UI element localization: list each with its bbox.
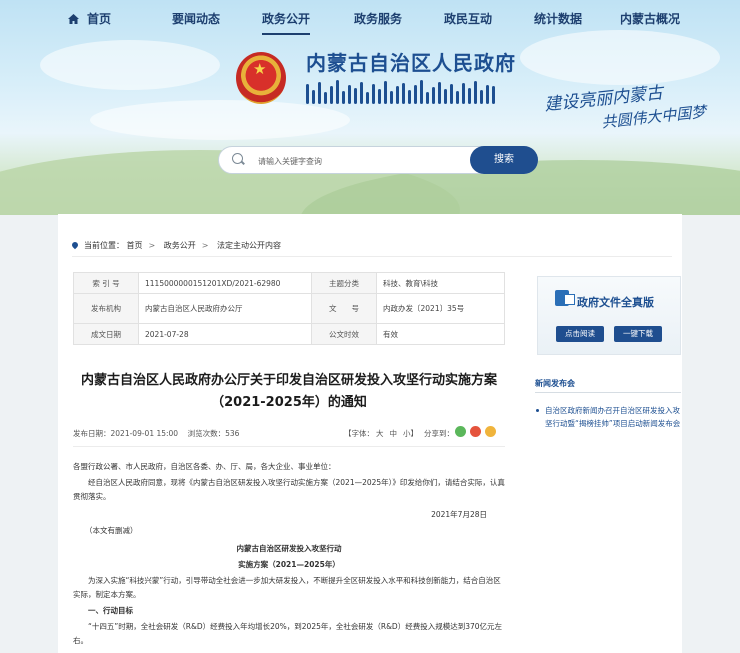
- cloud: [90, 100, 350, 140]
- cloud: [40, 40, 220, 90]
- top-nav: 首页 要闻动态 政务公开 政务服务 政民互动 统计数据 内蒙古概况: [0, 0, 740, 36]
- nav-item-gov-affairs[interactable]: 政务公开: [262, 10, 311, 35]
- body-paragraph: 经自治区人民政府同意，现将《内蒙古自治区研发投入攻坚行动实施方案（2021—20…: [73, 478, 505, 501]
- wechat-share-icon[interactable]: [455, 426, 466, 437]
- share-icons: [455, 426, 496, 437]
- publish-info: 发布日期：2021-09-01 15:00 浏览次数：536: [73, 429, 240, 438]
- nav-item-services[interactable]: 政务服务: [354, 10, 402, 27]
- document-icon: [555, 290, 575, 306]
- qzone-share-icon[interactable]: [485, 426, 496, 437]
- document-title: 内蒙古自治区人民政府办公厅关于印发自治区研发投入攻坚行动实施方案（2021-20…: [80, 373, 497, 410]
- press-conference-heading: 新闻发布会: [535, 379, 575, 388]
- section-heading: 一、行动目标: [88, 606, 133, 615]
- home-icon: [68, 14, 79, 24]
- bullet-icon: [536, 409, 539, 412]
- table-row: 索 引 号 1115000000151201XD/2021-62980 主题分类…: [73, 272, 505, 294]
- divider: [72, 256, 672, 257]
- nav-item-overview[interactable]: 内蒙古概况: [620, 10, 680, 27]
- breadcrumb-home[interactable]: 首页: [127, 241, 143, 250]
- font-large-button[interactable]: 大: [376, 429, 384, 438]
- font-medium-button[interactable]: 中: [390, 429, 398, 438]
- breadcrumb-gov-affairs[interactable]: 政务公开: [164, 241, 196, 250]
- download-button[interactable]: 一键下载: [614, 326, 662, 342]
- nav-item-statistics[interactable]: 统计数据: [534, 10, 582, 27]
- breadcrumb-current[interactable]: 法定主动公开内容: [217, 241, 281, 250]
- divider: [535, 392, 681, 393]
- table-row: 成文日期 2021-07-28 公文时效 有效: [73, 323, 505, 345]
- search-icon: [232, 153, 243, 164]
- plan-title-line1: 内蒙古自治区研发投入攻坚行动: [236, 544, 342, 553]
- font-small-button[interactable]: 小】: [403, 429, 418, 438]
- site-title: 内蒙古自治区人民政府: [306, 51, 516, 75]
- body-paragraph: “十四五”时期，全社会研发（R&D）经费投入年均增长20%，到2025年，全社会…: [73, 622, 503, 645]
- star-icon: ★: [253, 60, 267, 78]
- search-input[interactable]: [256, 152, 460, 170]
- nav-item-interaction[interactable]: 政民互动: [444, 10, 492, 27]
- table-row: 发布机构 内蒙古自治区人民政府办公厅 文 号 内政办发〔2021〕35号: [73, 293, 505, 324]
- news-link[interactable]: 自治区政府新闻办召开自治区研发投入攻坚行动暨“揭榜挂帅”项目启动新闻发布会: [545, 404, 683, 430]
- salutation: 各盟行政公署、市人民政府，自治区各委、办、厅、局，各大企业、事业单位：: [73, 462, 336, 471]
- read-button[interactable]: 点击阅读: [556, 326, 604, 342]
- abridged-note: （本文有删减）: [85, 526, 138, 535]
- breadcrumb: 当前位置： 首页 > 政务公开 > 法定主动公开内容: [70, 240, 281, 251]
- location-pin-icon: [70, 240, 80, 250]
- body-paragraph: 为深入实施“科技兴蒙”行动，引导带动全社会进一步加大研发投入，不断提升全区研发投…: [73, 576, 501, 599]
- document-meta-table: 索 引 号 1115000000151201XD/2021-62980 主题分类…: [73, 272, 505, 345]
- plan-title-line2: 实施方案（2021—2025年）: [238, 560, 340, 569]
- gov-document-card: [537, 276, 681, 355]
- nav-item-home[interactable]: 首页: [68, 10, 111, 27]
- nav-item-news[interactable]: 要闻动态: [172, 10, 220, 27]
- font-size-control: 【字体：大中小】 分享到：: [344, 429, 454, 438]
- weibo-share-icon[interactable]: [470, 426, 481, 437]
- gov-document-title: 政府文件全真版: [577, 296, 654, 309]
- mongolian-script-title: [306, 78, 524, 104]
- document-date: 2021年7月28日: [431, 510, 487, 519]
- divider: [73, 446, 505, 447]
- search-button[interactable]: 搜索: [470, 146, 538, 174]
